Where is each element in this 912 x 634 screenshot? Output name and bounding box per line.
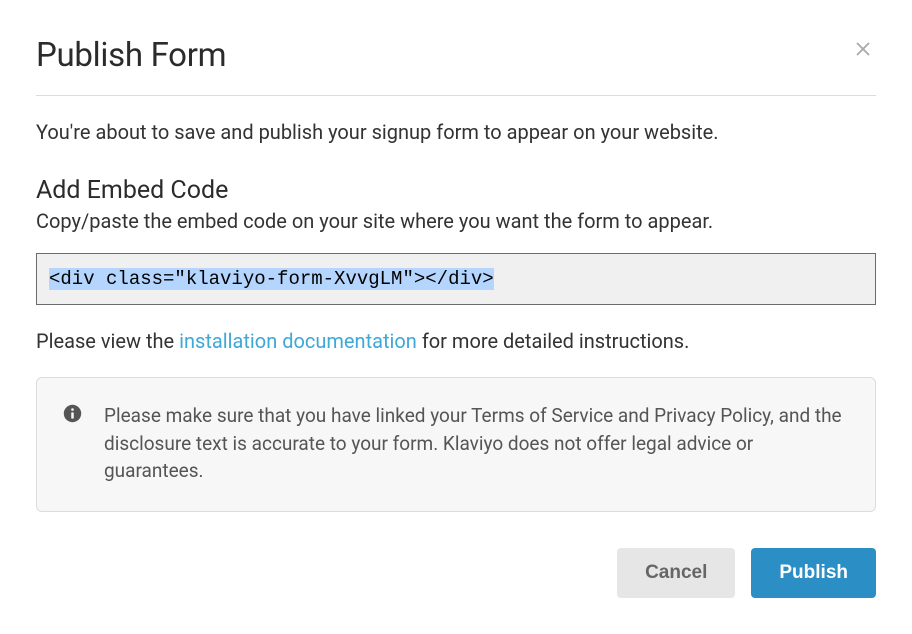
- embed-code-text: <div class="klaviyo-form-XvvgLM"></div>: [49, 268, 494, 290]
- modal-header: Publish Form: [36, 36, 876, 96]
- notice-text: Please make sure that you have linked yo…: [104, 402, 849, 485]
- intro-text: You're about to save and publish your si…: [36, 120, 876, 144]
- notice-box: Please make sure that you have linked yo…: [36, 377, 876, 512]
- docs-link[interactable]: installation documentation: [179, 329, 417, 353]
- docs-line: Please view the installation documentati…: [36, 329, 876, 353]
- modal-title: Publish Form: [36, 36, 226, 75]
- embed-subtext: Copy/paste the embed code on your site w…: [36, 209, 876, 233]
- button-row: Cancel Publish: [36, 548, 876, 598]
- close-icon: [854, 46, 872, 61]
- publish-button[interactable]: Publish: [751, 548, 876, 598]
- docs-prefix: Please view the: [36, 329, 179, 353]
- cancel-button[interactable]: Cancel: [617, 548, 735, 598]
- close-button[interactable]: [850, 36, 876, 62]
- embed-code-box[interactable]: <div class="klaviyo-form-XvvgLM"></div>: [36, 253, 876, 305]
- publish-form-modal: Publish Form You're about to save and pu…: [0, 0, 912, 634]
- embed-heading: Add Embed Code: [36, 176, 876, 205]
- info-icon: [63, 404, 82, 423]
- docs-suffix: for more detailed instructions.: [417, 329, 690, 353]
